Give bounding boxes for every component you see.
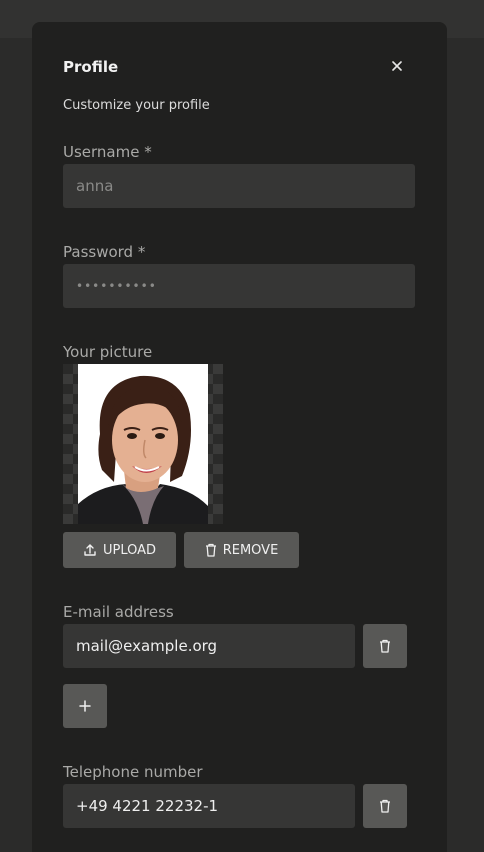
trash-icon [205,543,216,557]
profile-photo [78,364,208,524]
plus-icon [79,700,91,712]
dialog-subtitle: Customize your profile [63,98,210,113]
delete-phone-button[interactable] [363,784,407,828]
remove-button[interactable]: REMOVE [184,532,299,568]
add-email-button[interactable] [63,684,107,728]
profile-picture [63,364,223,524]
username-label: Username * [63,143,152,161]
trash-icon [380,799,390,813]
email-input[interactable] [63,624,355,668]
close-button[interactable] [387,56,407,76]
profile-dialog: Profile Customize your profile Username … [32,22,447,852]
phone-input[interactable] [63,784,355,828]
delete-email-button[interactable] [363,624,407,668]
close-icon [392,61,402,71]
email-label: E-mail address [63,603,174,621]
dialog-title: Profile [63,58,119,76]
password-input[interactable] [63,264,415,308]
trash-icon [380,639,390,653]
remove-label: REMOVE [222,542,279,558]
picture-label: Your picture [63,343,153,361]
password-label: Password * [63,243,146,261]
phone-label: Telephone number [63,763,203,781]
upload-label: UPLOAD [102,542,157,558]
username-input[interactable] [63,164,415,208]
upload-icon [84,544,96,556]
upload-button[interactable]: UPLOAD [63,532,176,568]
